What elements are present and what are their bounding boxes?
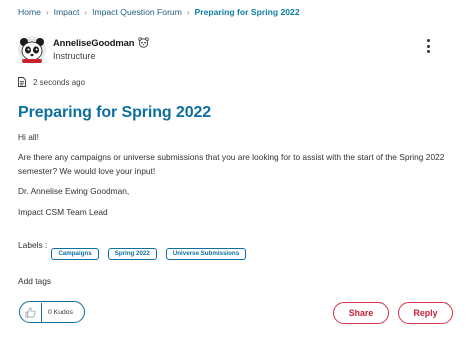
post-timestamp: 2 seconds ago xyxy=(18,77,85,87)
post-paragraph: Hi all! xyxy=(18,132,39,142)
label-campaigns[interactable]: Campaigns xyxy=(51,248,99,260)
label-universe-submissions[interactable]: Universe Submissions xyxy=(165,248,247,260)
panda-badge-icon xyxy=(138,37,150,48)
breadcrumb-separator: › xyxy=(186,7,190,17)
breadcrumb-impact[interactable]: Impact xyxy=(54,7,80,17)
breadcrumb-current: Preparing for Spring 2022 xyxy=(194,7,300,17)
kudos-count: 0 Kudos xyxy=(48,308,73,316)
breadcrumb-separator: › xyxy=(84,7,88,17)
post-paragraph: Impact CSM Team Lead xyxy=(18,207,108,217)
breadcrumb: Home › Impact › Impact Question Forum › … xyxy=(18,7,300,17)
breadcrumb-separator: › xyxy=(45,7,49,17)
post-paragraph: Dr. Annelise Ewing Goodman, xyxy=(18,186,130,196)
breadcrumb-home[interactable]: Home xyxy=(18,7,41,17)
timestamp-text: 2 seconds ago xyxy=(33,77,86,87)
breadcrumb-impact-question-forum[interactable]: Impact Question Forum xyxy=(92,7,182,17)
kebab-menu-icon[interactable] xyxy=(423,38,433,54)
reply-button[interactable]: Reply xyxy=(398,302,453,324)
labels-row: Labels : Campaigns Spring 2022 Universe … xyxy=(18,240,255,260)
labels-list: Campaigns Spring 2022 Universe Submissio… xyxy=(51,248,255,260)
panda-avatar-icon[interactable] xyxy=(18,36,46,64)
author-name[interactable]: AnneliseGoodman xyxy=(53,37,134,48)
kudos-widget: 0 Kudos xyxy=(19,301,85,323)
share-button[interactable]: Share xyxy=(333,302,389,324)
author-role: Instructure xyxy=(53,51,96,61)
thumbs-up-icon xyxy=(25,307,36,317)
labels-caption: Labels : xyxy=(18,240,48,250)
document-icon xyxy=(18,77,26,87)
label-spring-2022[interactable]: Spring 2022 xyxy=(107,248,157,260)
post-title: Preparing for Spring 2022 xyxy=(18,104,212,121)
kudos-button[interactable] xyxy=(20,302,42,322)
author-block: AnneliseGoodman Instructure xyxy=(18,36,150,64)
add-tags-link[interactable]: Add tags xyxy=(18,276,51,286)
post-paragraph: Are there any campaigns or universe subm… xyxy=(18,152,445,176)
